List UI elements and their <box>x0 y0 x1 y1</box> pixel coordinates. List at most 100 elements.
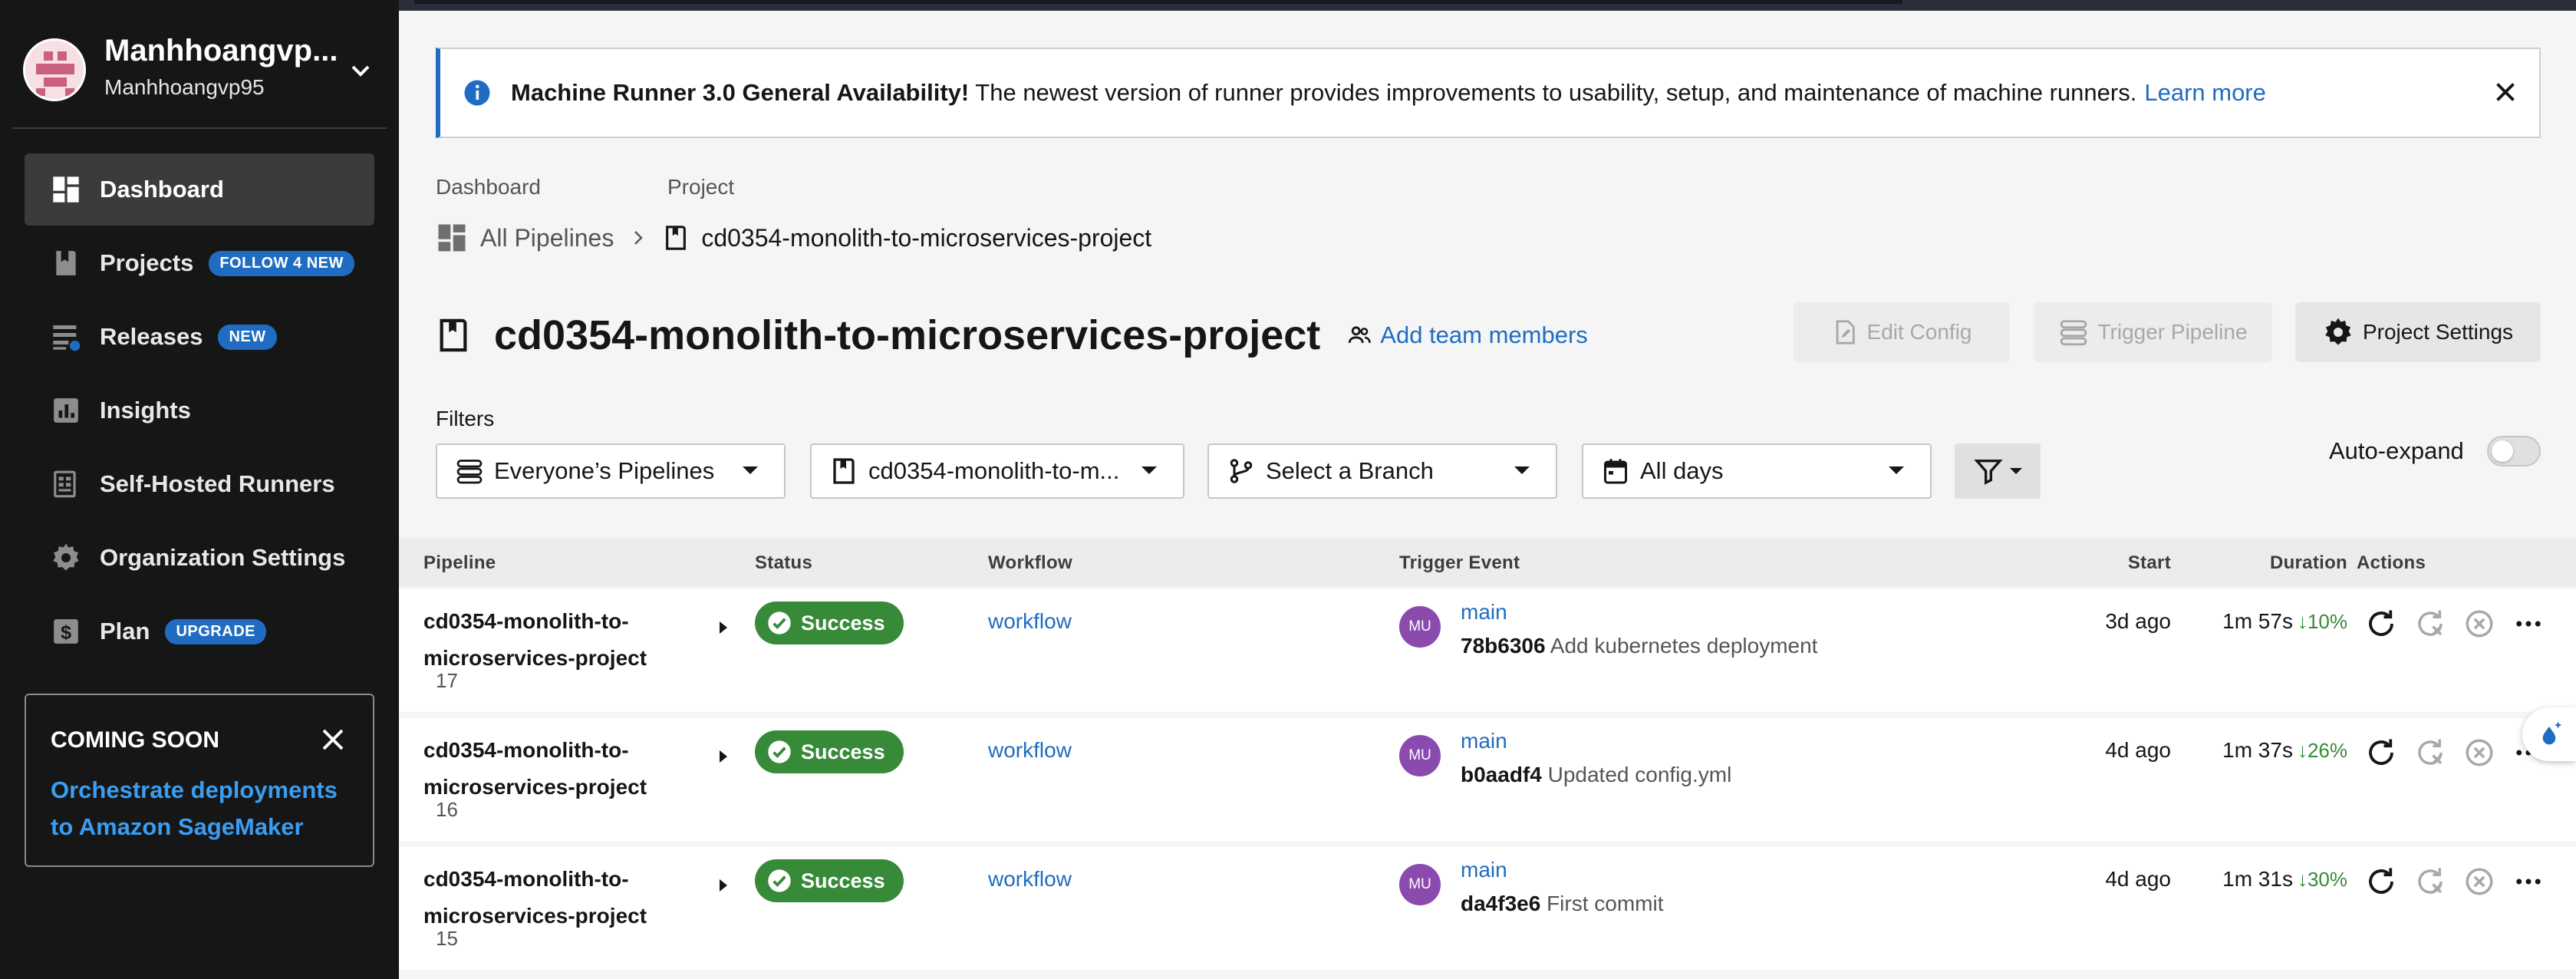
upgrade-badge[interactable]: UPGRADE <box>165 618 266 644</box>
workflow-link[interactable]: workflow <box>988 609 1072 634</box>
date-range-dropdown[interactable]: All days <box>1582 443 1932 499</box>
toggle-knob <box>2492 440 2513 462</box>
rerun-icon[interactable] <box>2363 605 2400 642</box>
project-settings-button[interactable]: Project Settings <box>2295 302 2541 362</box>
rerun-icon[interactable] <box>2363 863 2400 900</box>
caret-down-icon <box>1141 466 1157 474</box>
add-team-members-link[interactable]: Add team members <box>1346 321 1588 349</box>
sidebar-item-insights[interactable]: Insights <box>25 374 374 447</box>
table-row[interactable]: cd0354-monolith-to-microservices-project… <box>399 589 2576 712</box>
floating-assistant-button[interactable] <box>2522 707 2576 761</box>
org-switcher[interactable]: Manhhoangvp... Manhhoangvp95 <box>23 34 384 110</box>
check-circle-icon <box>768 740 791 763</box>
breadcrumb: All Pipelines cd0354-monolith-to-microse… <box>436 215 1151 261</box>
org-name: Manhhoangvp... <box>104 34 338 68</box>
commit-sha[interactable]: b0aadf4 <box>1461 763 1542 786</box>
git-branch-icon <box>1230 459 1253 483</box>
caret-down-icon <box>743 466 758 474</box>
project-bookmark-icon <box>49 246 83 280</box>
branch-link[interactable]: main <box>1461 729 1507 753</box>
org-avatar <box>23 38 86 101</box>
commit-sha[interactable]: da4f3e6 <box>1461 892 1540 915</box>
banner-body: The newest version of runner provides im… <box>969 79 2137 106</box>
rerun-failed-icon[interactable] <box>2412 605 2449 642</box>
sidebar-item-organization-settings[interactable]: Organization Settings <box>25 522 374 594</box>
branch-link[interactable]: main <box>1461 600 1507 625</box>
sidebar-item-label: Releases <box>100 323 203 350</box>
auto-expand-label: Auto-expand <box>2329 437 2464 464</box>
sidebar-item-releases[interactable]: Releases NEW <box>25 301 374 373</box>
expand-caret-icon[interactable] <box>720 621 727 634</box>
col-duration: Duration <box>2269 552 2347 573</box>
scroll-indicator <box>414 0 1902 4</box>
table-row[interactable]: cd0354-monolith-to-microservices-project… <box>399 847 2576 970</box>
status-label: Success <box>801 740 885 763</box>
breadcrumb-dashboard-label: Dashboard <box>436 175 541 199</box>
pipelines-owner-dropdown[interactable]: Everyone’s Pipelines <box>436 443 786 499</box>
more-options-icon[interactable] <box>2510 605 2547 642</box>
pipeline-icon <box>456 460 483 484</box>
workflow-link[interactable]: workflow <box>988 738 1072 763</box>
edit-config-label: Edit Config <box>1866 320 1972 344</box>
pipeline-name[interactable]: cd0354-monolith-to-microservices-project <box>423 861 669 934</box>
status-badge[interactable]: Success <box>755 859 904 902</box>
commit-message: Updated config.yml <box>1541 763 1732 786</box>
duration-change: ↓26% <box>2297 739 2347 762</box>
commit-message: Add kubernetes deployment <box>1545 634 1818 658</box>
cancel-circle-icon[interactable] <box>2461 734 2498 771</box>
duration: 1m 37s ↓26% <box>2179 738 2347 763</box>
status-badge[interactable]: Success <box>755 730 904 773</box>
duration-value: 1m 57s <box>2222 609 2293 633</box>
add-team-members-label: Add team members <box>1380 321 1588 348</box>
rerun-failed-icon[interactable] <box>2412 734 2449 771</box>
breadcrumb-project[interactable]: cd0354-monolith-to-microservices-project <box>701 224 1151 252</box>
sagemaker-link[interactable]: Orchestrate deployments to Amazon SageMa… <box>51 772 357 846</box>
branch-link[interactable]: main <box>1461 858 1507 882</box>
duration-value: 1m 31s <box>2222 867 2293 891</box>
sidebar-item-plan[interactable]: $ Plan UPGRADE <box>25 595 374 668</box>
table-row[interactable]: cd0354-monolith-to-microservices-project… <box>399 718 2576 841</box>
more-options-icon[interactable] <box>2510 863 2547 900</box>
advanced-filter-button[interactable] <box>1955 443 2041 499</box>
trigger-pipeline-label: Trigger Pipeline <box>2097 320 2248 344</box>
edit-config-button[interactable]: Edit Config <box>1794 302 2010 362</box>
sidebar-item-self-hosted-runners[interactable]: Self-Hosted Runners <box>25 448 374 520</box>
close-icon[interactable] <box>2492 78 2519 106</box>
start-time: 4d ago <box>2105 738 2171 762</box>
calendar-icon <box>1604 459 1627 484</box>
pipeline-name[interactable]: cd0354-monolith-to-microservices-project <box>423 603 669 677</box>
project-dropdown[interactable]: cd0354-monolith-to-m... <box>810 443 1184 499</box>
sidebar-item-dashboard[interactable]: Dashboard <box>25 153 374 226</box>
breadcrumb-all-pipelines[interactable]: All Pipelines <box>480 224 614 252</box>
auto-expand-toggle[interactable] <box>2487 436 2541 466</box>
commit-info: da4f3e6 First commit <box>1461 892 1664 916</box>
avatar: MU <box>1399 735 1441 776</box>
svg-text:$: $ <box>61 622 71 644</box>
learn-more-link[interactable]: Learn more <box>2144 79 2266 107</box>
close-icon[interactable] <box>319 726 347 753</box>
gear-icon <box>49 541 83 575</box>
avatar: MU <box>1399 606 1441 648</box>
sidebar-item-label: Plan <box>100 618 150 644</box>
trigger-pipeline-button[interactable]: Trigger Pipeline <box>2034 302 2272 362</box>
caret-down-icon <box>1889 466 1904 474</box>
commit-sha[interactable]: 78b6306 <box>1461 634 1546 658</box>
file-edit-icon <box>1836 320 1855 344</box>
workflow-link[interactable]: workflow <box>988 867 1072 892</box>
cancel-circle-icon[interactable] <box>2461 605 2498 642</box>
branch-dropdown[interactable]: Select a Branch <box>1207 443 1557 499</box>
rerun-icon[interactable] <box>2363 734 2400 771</box>
duration-change-value: 30% <box>2307 868 2347 891</box>
banner-title: Machine Runner 3.0 General Availability! <box>511 79 970 106</box>
rerun-failed-icon[interactable] <box>2412 863 2449 900</box>
expand-caret-icon[interactable] <box>720 879 727 892</box>
expand-caret-icon[interactable] <box>720 750 727 763</box>
status-badge[interactable]: Success <box>755 602 904 644</box>
sidebar-item-label: Self-Hosted Runners <box>100 470 335 497</box>
chevron-down-icon[interactable] <box>345 55 376 86</box>
coming-soon-card: COMING SOON Orchestrate deployments to A… <box>25 694 374 867</box>
sidebar-item-projects[interactable]: Projects FOLLOW 4 NEW <box>25 227 374 299</box>
cancel-circle-icon[interactable] <box>2461 863 2498 900</box>
duration: 1m 57s ↓10% <box>2179 609 2347 634</box>
pipeline-name[interactable]: cd0354-monolith-to-microservices-project <box>423 732 669 806</box>
